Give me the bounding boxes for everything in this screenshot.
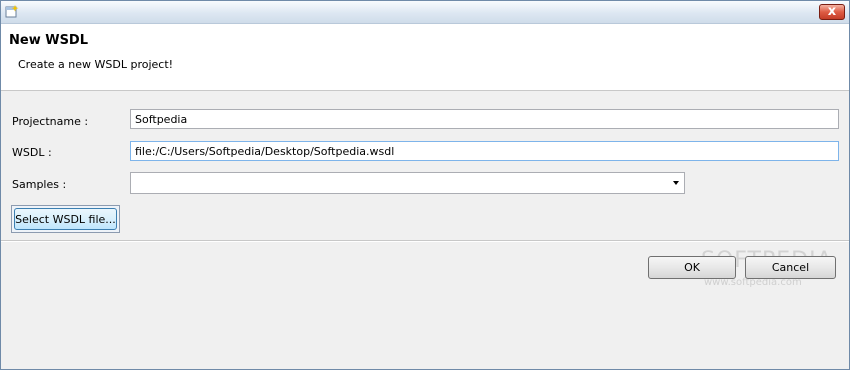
close-button[interactable]: x bbox=[819, 4, 845, 20]
ok-button[interactable]: OK bbox=[648, 256, 736, 279]
button-bar-divider bbox=[1, 240, 849, 242]
dialog-description: Create a new WSDL project! bbox=[18, 58, 174, 71]
wsdl-label: WSDL : bbox=[12, 146, 52, 159]
wsdl-field[interactable]: file:/C:/Users/Softpedia/Desktop/Softped… bbox=[130, 141, 839, 161]
chevron-down-icon[interactable] bbox=[673, 181, 679, 185]
samples-label: Samples : bbox=[12, 178, 67, 191]
projectname-field[interactable]: Softpedia bbox=[130, 109, 839, 129]
new-document-icon bbox=[5, 5, 19, 18]
title-bar[interactable]: x bbox=[1, 1, 849, 24]
select-wsdl-file-button[interactable]: Select WSDL file... bbox=[14, 208, 117, 230]
cancel-button[interactable]: Cancel bbox=[745, 256, 836, 279]
dialog-title: New WSDL bbox=[9, 33, 89, 48]
samples-dropdown[interactable] bbox=[130, 172, 685, 194]
close-icon: x bbox=[827, 4, 837, 19]
projectname-label: Projectname : bbox=[12, 115, 89, 128]
new-wsdl-dialog: x New WSDL Create a new WSDL project! Pr… bbox=[0, 0, 850, 370]
dialog-header: New WSDL Create a new WSDL project! bbox=[1, 24, 849, 91]
